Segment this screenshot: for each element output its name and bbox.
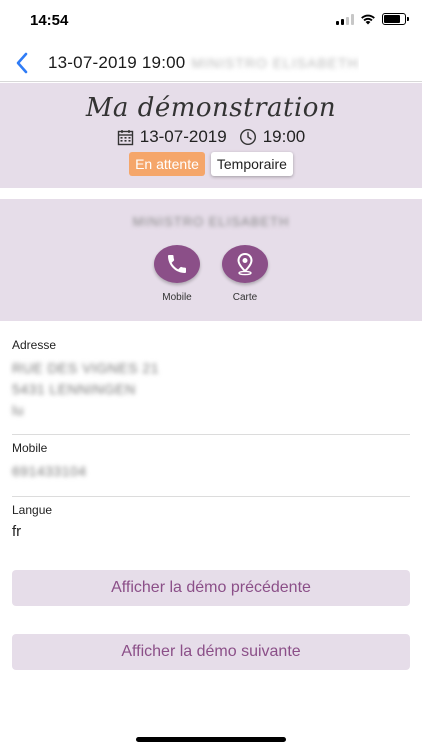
demo-header-card: Ma démonstration 13-07-2019 19:00 En att… xyxy=(0,83,422,188)
call-button-circle[interactable] xyxy=(154,245,200,283)
call-mobile-button[interactable]: Mobile xyxy=(154,245,200,303)
contact-card: MINISTRO ELISABETH Mobile Carte xyxy=(0,199,422,321)
map-button-circle[interactable] xyxy=(222,245,268,283)
signal-icon xyxy=(336,13,354,25)
mobile-action-label: Mobile xyxy=(162,292,192,303)
contact-name: MINISTRO ELISABETH xyxy=(132,214,290,229)
phone-icon xyxy=(168,255,186,273)
wifi-icon xyxy=(361,14,375,25)
previous-demo-button[interactable]: Afficher la démo précédente xyxy=(12,570,410,606)
chevron-left-icon xyxy=(16,52,28,73)
language-field: Langue fr xyxy=(12,503,410,540)
nav-title-date: 13-07-2019 19:00 xyxy=(48,52,186,72)
address-line-3: lu xyxy=(12,402,24,418)
contact-actions: Mobile Carte xyxy=(0,245,422,303)
mobile-field: Mobile 691433104 xyxy=(12,441,410,482)
next-demo-button[interactable]: Afficher la démo suivante xyxy=(12,634,410,670)
navigation-bar: 13-07-2019 19:00 MINISTRO ELISABETH xyxy=(0,44,422,82)
status-time: 14:54 xyxy=(30,12,69,29)
map-action-label: Carte xyxy=(232,292,258,303)
date-time-row: 13-07-2019 19:00 xyxy=(0,127,422,147)
battery-icon xyxy=(382,13,409,25)
open-map-button[interactable]: Carte xyxy=(222,245,268,303)
home-indicator[interactable] xyxy=(136,737,286,742)
divider xyxy=(12,434,410,435)
nav-title: 13-07-2019 19:00 MINISTRO ELISABETH xyxy=(48,53,359,73)
demo-title: Ma démonstration xyxy=(85,93,337,123)
status-badges: En attente Temporaire xyxy=(0,152,422,176)
mobile-value: 691433104 xyxy=(12,463,87,479)
divider xyxy=(12,496,410,497)
address-label: Adresse xyxy=(12,338,57,352)
status-bar: 14:54 xyxy=(0,0,422,44)
status-badge: En attente xyxy=(129,152,205,176)
address-line-1: RUE DES VIGNES 21 xyxy=(12,360,159,376)
address-value: RUE DES VIGNES 21 5431 LENNINGEN lu xyxy=(12,358,410,421)
mobile-label: Mobile xyxy=(12,441,48,455)
language-value: fr xyxy=(12,523,22,540)
nav-title-client-name: MINISTRO ELISABETH xyxy=(191,54,359,71)
map-pin-icon xyxy=(237,252,253,276)
clock-icon xyxy=(239,128,256,146)
status-icons xyxy=(336,13,409,25)
calendar-icon xyxy=(117,129,133,145)
type-badge: Temporaire xyxy=(210,152,293,176)
back-button[interactable] xyxy=(2,44,42,82)
demo-date: 13-07-2019 xyxy=(139,127,227,146)
address-field: Adresse RUE DES VIGNES 21 5431 LENNINGEN… xyxy=(12,338,410,421)
language-label: Langue xyxy=(12,503,53,517)
demo-time: 19:00 xyxy=(262,127,306,146)
address-line-2: 5431 LENNINGEN xyxy=(12,381,136,397)
